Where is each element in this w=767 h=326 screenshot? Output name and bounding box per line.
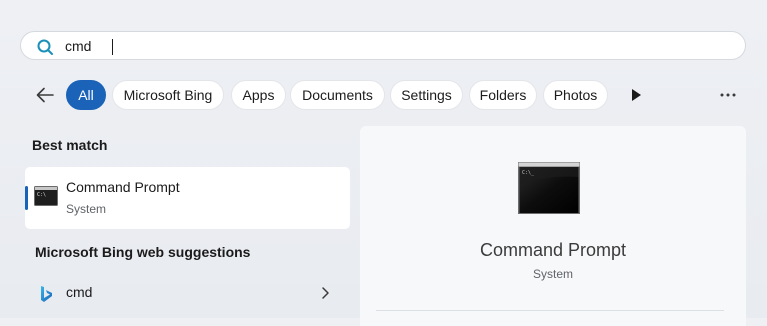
filter-chip-documents[interactable]: Documents (290, 80, 385, 110)
detail-subtitle: System (532, 267, 573, 281)
svg-text:C:\_: C:\_ (522, 170, 535, 176)
svg-text:C:\: C:\ (37, 192, 46, 198)
web-suggestion-label: cmd (66, 284, 93, 300)
best-match-heading: Best match (32, 137, 108, 153)
play-icon[interactable] (627, 86, 645, 104)
more-options-icon[interactable] (716, 84, 740, 106)
selection-indicator (25, 186, 28, 210)
filter-chip-microsoft-bing[interactable]: Microsoft Bing (112, 80, 224, 110)
filter-chip-apps[interactable]: Apps (231, 80, 286, 110)
bing-icon (41, 286, 52, 302)
filter-chip-folders[interactable]: Folders (469, 80, 537, 110)
command-prompt-large-icon: C:\_ (518, 162, 580, 214)
command-prompt-icon: C:\ (34, 186, 58, 206)
best-match-item[interactable]: C:\ Command Prompt System (25, 167, 350, 229)
best-match-title: Command Prompt (66, 179, 180, 195)
chevron-right-icon (322, 287, 329, 299)
filter-chip-photos[interactable]: Photos (543, 80, 608, 110)
search-bar[interactable] (20, 31, 746, 60)
search-icon (37, 39, 53, 55)
detail-panel: C:\_ Command Prompt System (360, 126, 746, 326)
filter-chip-settings[interactable]: Settings (390, 80, 463, 110)
web-suggestions-heading: Microsoft Bing web suggestions (35, 244, 251, 260)
web-suggestion-item[interactable]: cmd (25, 277, 350, 309)
filter-chip-all[interactable]: All (66, 80, 106, 110)
text-caret (112, 39, 113, 55)
best-match-subtitle: System (66, 202, 107, 216)
search-input[interactable] (65, 37, 246, 55)
divider (376, 310, 724, 311)
detail-title: Command Prompt (479, 240, 627, 260)
back-arrow-icon[interactable] (34, 84, 56, 106)
